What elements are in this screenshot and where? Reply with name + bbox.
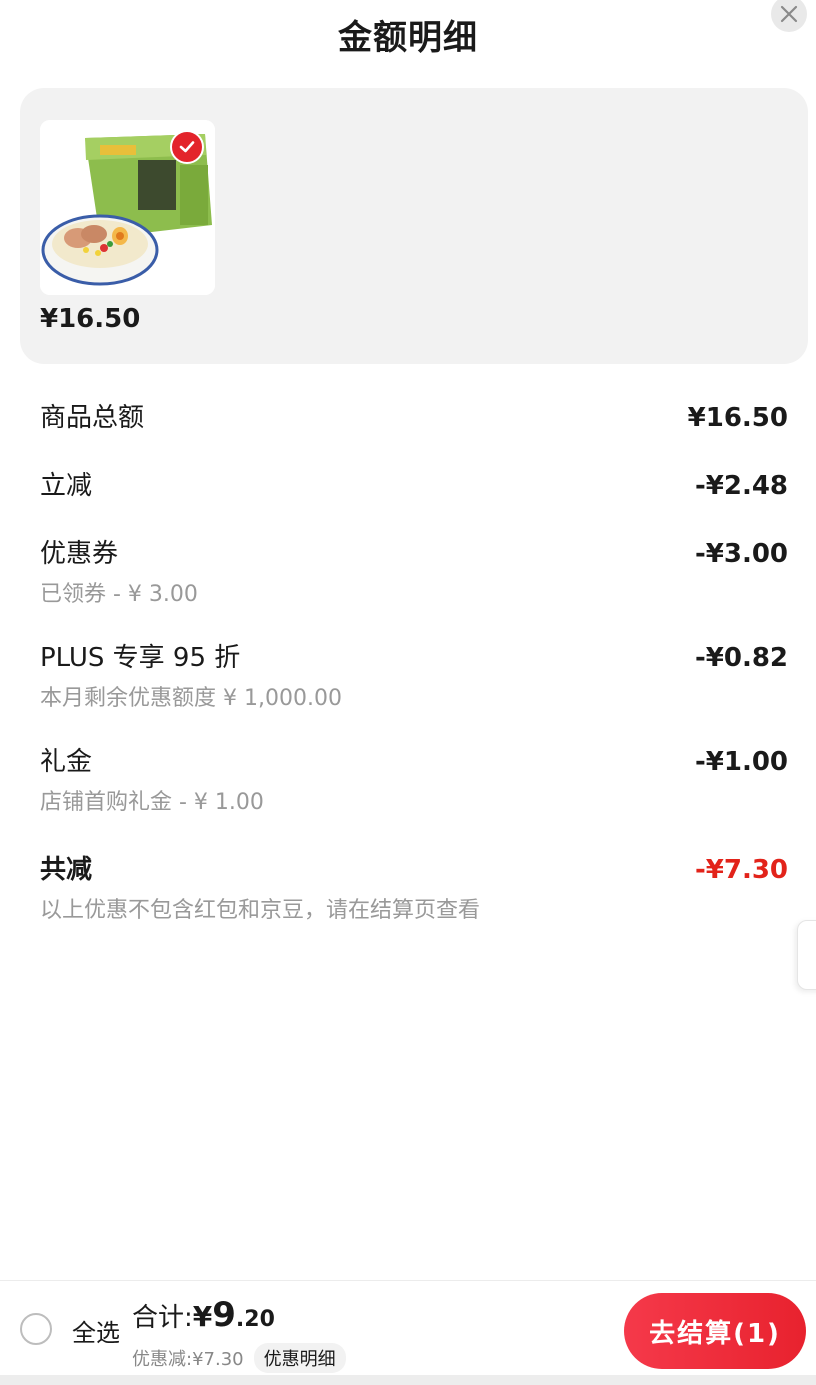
check-icon [179, 141, 195, 153]
row-plus-discount: PLUS 专享 95 折 -¥0.82 本月剩余优惠额度 ¥ 1,000.00 [40, 635, 788, 739]
row-amount: -¥3.00 [694, 539, 788, 569]
product-price: ¥16.50 [40, 304, 141, 334]
total-currency: ¥ [192, 1300, 213, 1333]
total-amount: 合计:¥9.20 [132, 1295, 275, 1335]
bottom-divider [0, 1375, 816, 1385]
row-gift-money: 礼金 -¥1.00 店铺首购礼金 - ¥ 1.00 [40, 739, 788, 847]
row-sub: 以上优惠不包含红包和京豆，请在结算页查看 [40, 898, 481, 923]
selected-check-badge[interactable] [170, 130, 204, 164]
amount-detail-sheet: 金额明细 ¥16.50 商品总额 ¥16.50 立减 -¥2.48 优惠券 -¥… [0, 0, 816, 1385]
total-integer: 9 [212, 1295, 236, 1335]
row-amount: -¥2.48 [694, 471, 788, 501]
row-coupon: 优惠券 -¥3.00 已领券 - ¥ 3.00 [40, 531, 788, 635]
row-label: 立减 [40, 471, 93, 501]
cart-footer-bar: 全选 合计:¥9.20 优惠减:¥7.30 优惠明细 去结算(1) [0, 1280, 816, 1385]
row-sub: 店铺首购礼金 - ¥ 1.00 [40, 790, 264, 815]
row-goods-total: 商品总额 ¥16.50 [40, 395, 788, 463]
row-label: 共减 [40, 855, 93, 885]
row-label: PLUS 专享 95 折 [40, 643, 241, 673]
select-all-label[interactable]: 全选 [72, 1313, 120, 1348]
total-label: 合计: [132, 1303, 193, 1333]
row-amount: -¥7.30 [694, 855, 788, 885]
total-decimal: .20 [235, 1307, 275, 1332]
amount-breakdown-list: 商品总额 ¥16.50 立减 -¥2.48 优惠券 -¥3.00 已领券 - ¥… [40, 395, 788, 951]
row-label: 优惠券 [40, 539, 119, 569]
row-sub: 已领券 - ¥ 3.00 [40, 582, 198, 607]
row-amount: -¥0.82 [694, 643, 788, 673]
floating-side-tab[interactable] [797, 920, 816, 990]
row-amount: ¥16.50 [687, 403, 788, 433]
discount-summary: 优惠减:¥7.30 优惠明细 [132, 1343, 346, 1373]
select-all-radio[interactable] [20, 1313, 52, 1345]
close-icon [780, 5, 798, 23]
discount-detail-chip[interactable]: 优惠明细 [253, 1343, 346, 1373]
product-thumbnail[interactable] [40, 120, 215, 295]
sheet-header: 金额明细 [0, 0, 816, 70]
row-label: 礼金 [40, 747, 93, 777]
discount-text: 优惠减:¥7.30 [132, 1349, 244, 1370]
row-sub: 本月剩余优惠额度 ¥ 1,000.00 [40, 686, 342, 711]
row-instant-discount: 立减 -¥2.48 [40, 463, 788, 531]
sheet-title: 金额明细 [338, 18, 478, 58]
checkout-button[interactable]: 去结算(1) [624, 1293, 806, 1369]
row-amount: -¥1.00 [694, 747, 788, 777]
row-total-discount: 共减 -¥7.30 以上优惠不包含红包和京豆，请在结算页查看 [40, 847, 788, 951]
row-label: 商品总额 [40, 403, 145, 433]
product-card: ¥16.50 [20, 88, 808, 364]
